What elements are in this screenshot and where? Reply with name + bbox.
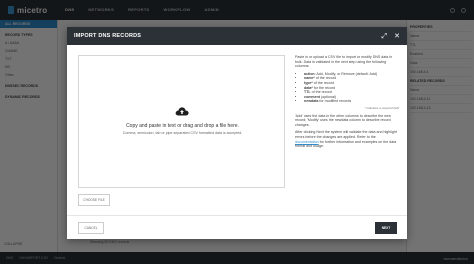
choose-file-button[interactable]: CHOOSE FILE	[78, 194, 110, 206]
cloud-upload-icon	[175, 107, 189, 116]
instructions-add-modify: 'Add' uses the data in the other columns…	[295, 113, 391, 127]
documentation-link[interactable]: documentation	[295, 140, 319, 144]
cancel-button[interactable]: CANCEL	[78, 222, 104, 234]
drop-zone-text: Copy and paste in text or drag and drop …	[126, 123, 239, 129]
required-field-note: * indicates a required field	[364, 105, 399, 110]
list-item: newdata for modified records	[304, 99, 399, 104]
drop-zone-subtext: Comma, semicolon, tab or pipe separated …	[122, 131, 243, 135]
next-button[interactable]: NEXT	[375, 222, 397, 234]
file-drop-zone[interactable]: Copy and paste in text or drag and drop …	[78, 55, 285, 188]
dialog-header: IMPORT DNS RECORDS ⤢ ✕	[67, 27, 407, 45]
expand-icon[interactable]: ⤢	[382, 33, 388, 40]
dialog-footer: CANCEL NEXT	[67, 215, 407, 239]
instructions-validation: After clicking Next the system will vali…	[295, 130, 397, 149]
dialog-title: IMPORT DNS RECORDS	[74, 33, 142, 39]
import-dns-records-dialog: IMPORT DNS RECORDS ⤢ ✕ Copy and paste in…	[67, 27, 407, 239]
instructions-intro: Paste in or upload a CSV file to import …	[295, 55, 393, 69]
close-icon[interactable]: ✕	[394, 33, 400, 40]
column-list: action: Add, Modify, or Remove (default:…	[301, 72, 399, 104]
import-instructions: Paste in or upload a CSV file to import …	[295, 55, 399, 152]
